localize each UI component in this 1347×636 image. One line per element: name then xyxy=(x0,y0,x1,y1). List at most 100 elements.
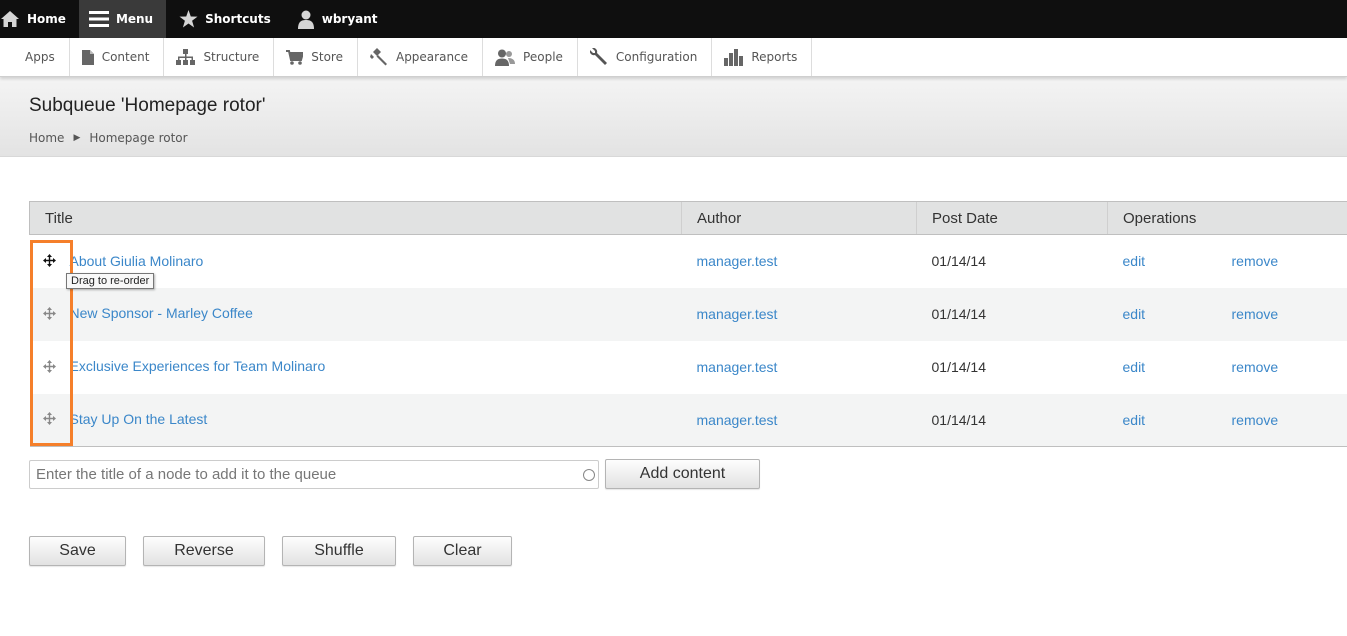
tray-item-label: People xyxy=(523,50,563,64)
tray-item-reports[interactable]: Reports xyxy=(712,38,813,76)
author-link[interactable]: manager.test xyxy=(697,253,778,269)
toolbar-home[interactable]: Home xyxy=(0,0,79,38)
tray-item-configuration[interactable]: Configuration xyxy=(578,38,713,76)
paintbrush-icon xyxy=(369,48,387,66)
page-header: Subqueue 'Homepage rotor' Home ▶ Homepag… xyxy=(0,77,1347,157)
title-cell: Stay Up On the Latest xyxy=(29,393,682,447)
author-link[interactable]: manager.test xyxy=(697,412,778,428)
tray-item-label: Appearance xyxy=(395,50,469,64)
title-cell: Exclusive Experiences for Team Molinaro xyxy=(30,341,682,394)
tray-item-appearance[interactable]: Appearance xyxy=(358,38,484,76)
toolbar-menu-label: Menu xyxy=(115,12,154,26)
tray-item-label: Content xyxy=(101,50,150,64)
user-icon xyxy=(297,10,314,29)
clear-button[interactable]: Clear xyxy=(413,536,512,566)
admin-toolbar: Home Menu Shortcuts wbryant xyxy=(0,0,1347,38)
page-title: Subqueue 'Homepage rotor' xyxy=(29,95,266,116)
form-actions: Save Reverse Shuffle Clear xyxy=(29,536,1347,566)
admin-menu-tray: Apps Content Structure Store Appearance … xyxy=(0,38,1347,77)
node-title-link[interactable]: About Giulia Molinaro xyxy=(70,253,204,269)
tray-item-label: Structure xyxy=(203,50,260,64)
breadcrumb-home[interactable]: Home xyxy=(29,131,64,145)
breadcrumb: Home ▶ Homepage rotor xyxy=(29,131,1347,145)
remove-link[interactable]: remove xyxy=(1232,359,1279,375)
tray-item-store[interactable]: Store xyxy=(274,38,358,76)
sitemap-icon xyxy=(176,49,196,65)
star-icon xyxy=(179,10,198,28)
wrench-icon xyxy=(589,48,607,65)
title-cell: New Sponsor - Marley Coffee xyxy=(29,287,682,341)
date-cell: 01/14/14 xyxy=(916,393,1108,447)
add-content-button[interactable]: Add content xyxy=(605,459,760,489)
drag-handle-icon[interactable] xyxy=(30,306,70,323)
author-cell: manager.test xyxy=(681,287,917,341)
tray-item-label: Apps xyxy=(25,50,55,64)
tray-item-people[interactable]: People xyxy=(483,38,578,76)
node-autocomplete-placeholder: Enter the title of a node to add it to t… xyxy=(36,465,337,483)
main-content: Title Author Post Date Operations About … xyxy=(0,157,1347,566)
edit-link[interactable]: edit xyxy=(1123,306,1232,322)
add-content-row: Enter the title of a node to add it to t… xyxy=(29,459,1347,489)
hamburger-icon xyxy=(88,11,109,27)
autocomplete-throbber-icon xyxy=(583,468,595,481)
toolbar-home-label: Home xyxy=(27,12,66,26)
toolbar-user[interactable]: wbryant xyxy=(284,0,391,38)
author-link[interactable]: manager.test xyxy=(697,306,778,322)
remove-link[interactable]: remove xyxy=(1232,412,1279,428)
breadcrumb-current[interactable]: Homepage rotor xyxy=(89,131,187,145)
edit-link[interactable]: edit xyxy=(1123,412,1232,428)
tray-item-label: Reports xyxy=(751,50,798,64)
table-row: About Giulia Molinaro manager.test 01/14… xyxy=(30,235,1347,288)
author-link[interactable]: manager.test xyxy=(697,359,778,375)
table-row: Exclusive Experiences for Team Molinaro … xyxy=(30,341,1347,394)
operations-cell: edit remove xyxy=(1108,235,1347,288)
column-header-post-date: Post Date xyxy=(916,201,1108,235)
cart-icon xyxy=(286,49,304,65)
remove-link[interactable]: remove xyxy=(1232,253,1279,269)
operations-cell: edit remove xyxy=(1107,287,1347,341)
author-cell: manager.test xyxy=(682,341,917,394)
table-header-row: Title Author Post Date Operations xyxy=(29,201,1347,235)
operations-cell: edit remove xyxy=(1108,341,1347,394)
date-cell: 01/14/14 xyxy=(931,359,987,375)
subqueue-table: Title Author Post Date Operations About … xyxy=(29,201,1347,447)
tray-item-structure[interactable]: Structure xyxy=(164,38,275,76)
author-cell: manager.test xyxy=(682,235,917,288)
breadcrumb-separator-icon: ▶ xyxy=(73,133,81,143)
document-icon xyxy=(81,49,94,65)
tray-item-label: Store xyxy=(311,50,343,64)
drag-handle-icon[interactable] xyxy=(30,359,70,376)
save-button[interactable]: Save xyxy=(29,536,126,566)
operations-cell: edit remove xyxy=(1107,393,1347,447)
date-cell: 01/14/14 xyxy=(931,253,987,270)
date-cell: 01/14/14 xyxy=(916,287,1108,341)
edit-link[interactable]: edit xyxy=(1123,359,1232,375)
drag-handle-icon[interactable] xyxy=(30,253,70,270)
column-header-title: Title xyxy=(29,201,682,235)
shuffle-button[interactable]: Shuffle xyxy=(282,536,396,566)
people-icon xyxy=(495,49,516,66)
edit-link[interactable]: edit xyxy=(1123,253,1232,269)
column-header-author: Author xyxy=(681,201,917,235)
bar-chart-icon xyxy=(724,48,744,66)
drag-tooltip: Drag to re-order xyxy=(66,273,155,289)
tray-item-label: Configuration xyxy=(615,50,698,64)
tray-item-content[interactable]: Content xyxy=(70,38,165,76)
toolbar-shortcuts[interactable]: Shortcuts xyxy=(166,0,284,38)
toolbar-menu[interactable]: Menu xyxy=(78,0,167,38)
reverse-button[interactable]: Reverse xyxy=(143,536,265,566)
table-row: Stay Up On the Latest manager.test 01/14… xyxy=(29,393,1347,447)
table-row: New Sponsor - Marley Coffee manager.test… xyxy=(29,287,1347,341)
drag-handle-icon[interactable] xyxy=(30,412,70,428)
author-cell: manager.test xyxy=(681,393,917,447)
node-title-link[interactable]: Exclusive Experiences for Team Molinaro xyxy=(70,358,326,374)
node-title-link[interactable]: New Sponsor - Marley Coffee xyxy=(70,305,253,321)
toolbar-shortcuts-label: Shortcuts xyxy=(205,12,271,26)
remove-link[interactable]: remove xyxy=(1232,306,1279,322)
column-header-operations: Operations xyxy=(1107,201,1347,235)
toolbar-user-label: wbryant xyxy=(321,12,378,26)
home-icon xyxy=(1,11,19,27)
node-title-link[interactable]: Stay Up On the Latest xyxy=(70,411,208,427)
tray-item-apps[interactable]: Apps xyxy=(0,38,70,76)
node-autocomplete-input[interactable]: Enter the title of a node to add it to t… xyxy=(29,459,599,489)
